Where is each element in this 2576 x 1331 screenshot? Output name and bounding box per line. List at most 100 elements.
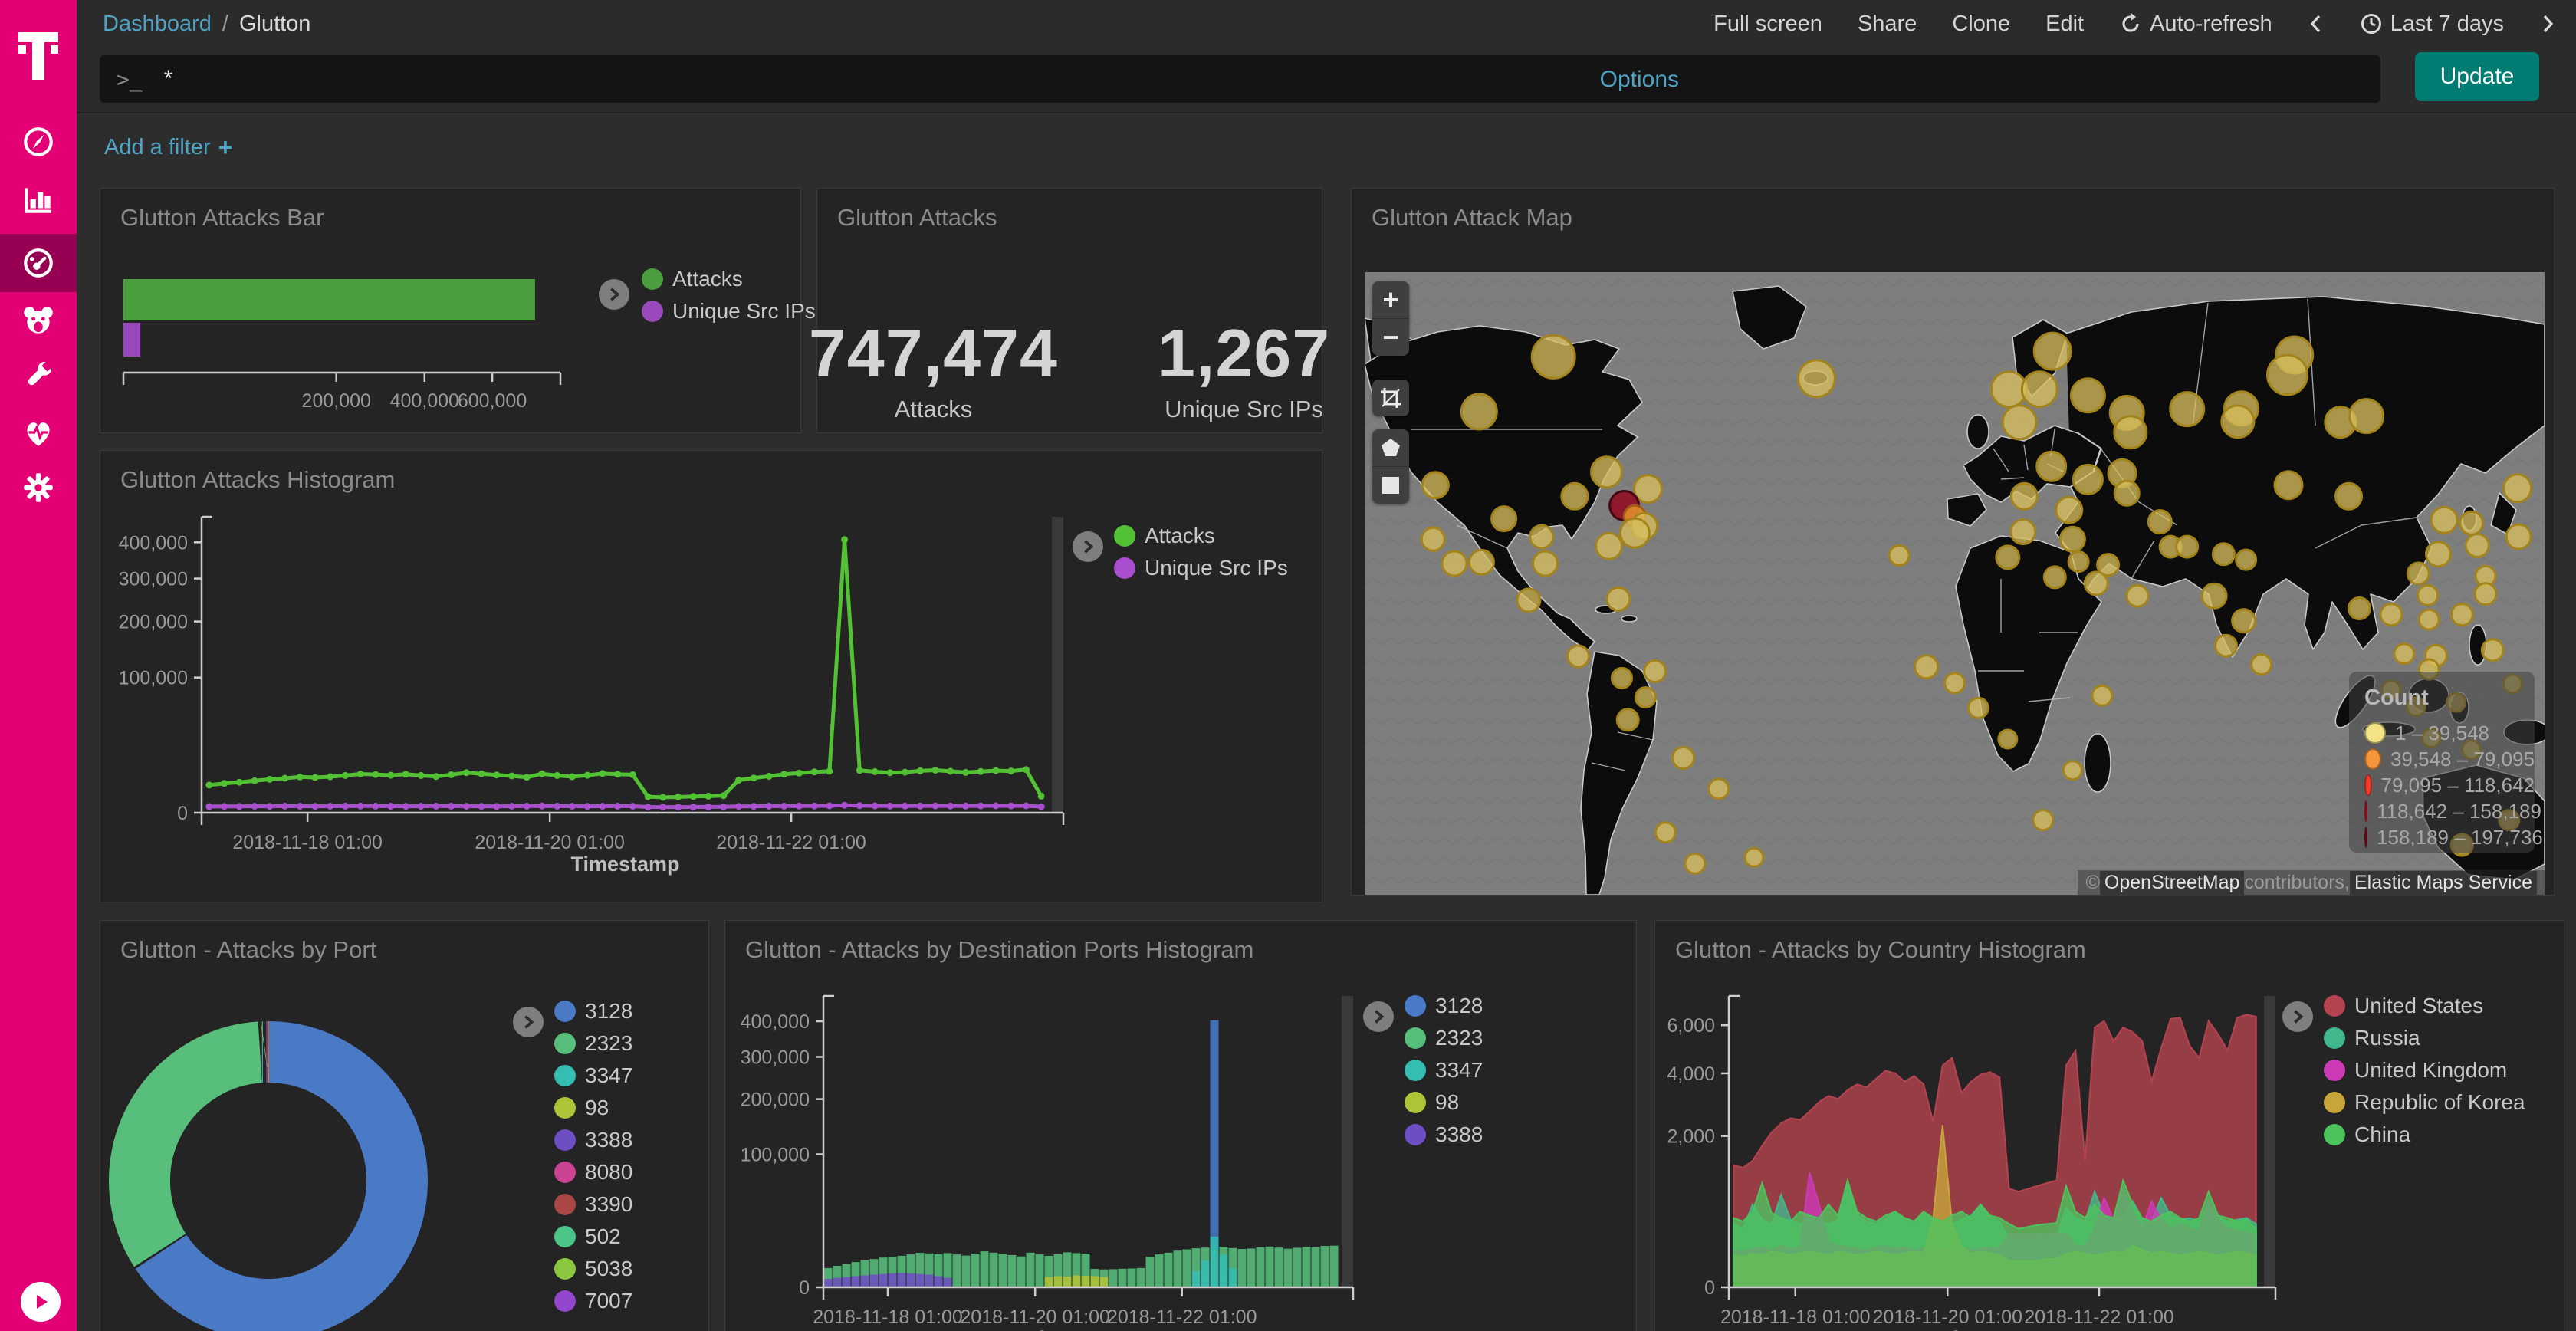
full-screen-button[interactable]: Full screen <box>1714 12 1822 37</box>
attack-bubble[interactable] <box>2044 567 2065 588</box>
attack-bubble[interactable] <box>1798 360 1835 397</box>
legend-item-2323[interactable]: 2323 <box>1405 1026 1483 1050</box>
attack-bubble[interactable] <box>2431 507 2457 533</box>
elastic-maps-link[interactable]: Elastic Maps Service <box>2350 871 2537 895</box>
attack-bubble[interactable] <box>1469 550 1493 574</box>
breadcrumb-dashboard[interactable]: Dashboard <box>103 12 212 37</box>
legend-item-russia[interactable]: Russia <box>2324 1026 2525 1050</box>
legend-item-attacks[interactable]: Attacks <box>642 267 816 291</box>
attack-bubble[interactable] <box>1442 551 1467 576</box>
attack-bubble[interactable] <box>1530 525 1553 548</box>
attack-bubble[interactable] <box>1607 587 1630 610</box>
attack-bubble[interactable] <box>1422 472 1448 498</box>
attack-bubble[interactable] <box>2170 393 2204 426</box>
attack-bubble[interactable] <box>2034 333 2071 370</box>
attack-bubble[interactable] <box>1655 823 1675 843</box>
attack-bubble[interactable] <box>1945 673 1965 693</box>
attack-bubble[interactable] <box>1709 779 1729 799</box>
edit-button[interactable]: Edit <box>2045 12 2084 37</box>
attacks-histogram-chart[interactable]: 0100,000200,000300,000400,0002018-11-18 … <box>100 451 1323 903</box>
attack-bubble[interactable] <box>2350 399 2384 433</box>
attack-bubble[interactable] <box>2407 563 2429 584</box>
attack-bubble[interactable] <box>2011 520 2036 544</box>
attack-bubble[interactable] <box>1533 551 1558 576</box>
polygon-draw-icon[interactable] <box>1372 429 1409 466</box>
attack-bubble[interactable] <box>1596 533 1622 559</box>
legend-item-2323[interactable]: 2323 <box>554 1031 632 1056</box>
add-filter-button[interactable]: Add a filter+ <box>104 133 232 162</box>
options-link[interactable]: Options <box>1600 48 1679 112</box>
legend-item-3347[interactable]: 3347 <box>1405 1058 1483 1083</box>
legend-item-3347[interactable]: 3347 <box>554 1063 632 1088</box>
legend-toggle-button[interactable] <box>513 1007 544 1037</box>
sidebar-collapse-button[interactable] <box>21 1282 61 1322</box>
attack-bubble[interactable] <box>1999 730 2017 748</box>
attack-bubble[interactable] <box>1889 546 1909 566</box>
attack-bubble[interactable] <box>2236 550 2256 570</box>
legend-item-3128[interactable]: 3128 <box>1405 994 1483 1018</box>
legend-item-republic-of-korea[interactable]: Republic of Korea <box>2324 1090 2525 1115</box>
world-map[interactable]: + − <box>1365 272 2545 895</box>
attack-bubble[interactable] <box>2504 475 2532 502</box>
legend-item-3388[interactable]: 3388 <box>554 1128 632 1152</box>
attack-bubble[interactable] <box>2394 644 2414 664</box>
attack-bubble[interactable] <box>2348 598 2370 619</box>
attack-bubble[interactable] <box>1517 589 1540 612</box>
attack-bubble[interactable] <box>2418 585 2438 605</box>
openstreetmap-link[interactable]: OpenStreetMap <box>2100 871 2245 895</box>
legend-toggle-button[interactable] <box>599 279 629 310</box>
time-range-picker[interactable]: Last 7 days <box>2360 12 2504 37</box>
time-forward-button[interactable] <box>2539 12 2556 35</box>
attack-bubble[interactable] <box>2202 583 2226 608</box>
attack-bubble[interactable] <box>2426 542 2451 567</box>
legend-item-attacks[interactable]: Attacks <box>1114 524 1288 548</box>
attack-bubble[interactable] <box>2068 552 2088 572</box>
legend-item-3128[interactable]: 3128 <box>554 999 632 1024</box>
dest-ports-chart[interactable]: 0100,000200,000300,000400,0002018-11-18 … <box>725 921 1638 1331</box>
attack-bubble[interactable] <box>1968 698 1988 718</box>
legend-item-unique-src-ips[interactable]: Unique Src IPs <box>642 299 816 324</box>
attack-bubble[interactable] <box>1592 457 1622 488</box>
legend-item-8080[interactable]: 8080 <box>554 1160 632 1185</box>
attack-bubble[interactable] <box>2177 536 2198 557</box>
attack-bubble[interactable] <box>1915 656 1938 679</box>
attack-bubble[interactable] <box>1620 518 1649 547</box>
legend-item-3388[interactable]: 3388 <box>1405 1122 1483 1147</box>
attack-bubble[interactable] <box>1421 527 1444 550</box>
sidebar-item-honeypot[interactable] <box>0 294 77 349</box>
attack-bubble[interactable] <box>2127 585 2148 606</box>
attack-bubble[interactable] <box>2268 355 2308 395</box>
attack-bubble[interactable] <box>2336 483 2362 509</box>
attack-bubble[interactable] <box>2022 372 2057 407</box>
attack-bubble[interactable] <box>1673 747 1694 768</box>
attack-bubble[interactable] <box>1461 394 1497 429</box>
attack-bubble[interactable] <box>2037 452 2066 481</box>
attack-bubble[interactable] <box>2060 527 2085 551</box>
attack-bubble[interactable] <box>1617 709 1638 731</box>
sidebar-item-dev-tools[interactable] <box>0 347 77 403</box>
attack-bubble[interactable] <box>2475 583 2496 605</box>
attack-bubble[interactable] <box>1612 668 1632 688</box>
attack-bubble[interactable] <box>1568 646 1589 667</box>
legend-toggle-button[interactable] <box>1363 1001 1394 1032</box>
attack-bubble[interactable] <box>2216 635 2237 656</box>
attack-bubble[interactable] <box>2085 572 2108 595</box>
attack-bubble[interactable] <box>2213 544 2234 565</box>
legend-item-3390[interactable]: 3390 <box>554 1192 632 1217</box>
legend-item-united-kingdom[interactable]: United Kingdom <box>2324 1058 2525 1083</box>
auto-refresh-button[interactable]: Auto-refresh <box>2119 12 2272 37</box>
attack-bubble[interactable] <box>2071 379 2104 412</box>
attack-bubble[interactable] <box>2114 416 2147 449</box>
attack-bubble[interactable] <box>1532 335 1575 378</box>
attack-bubble[interactable] <box>2451 604 2472 626</box>
attack-bubble[interactable] <box>1492 507 1516 531</box>
legend-toggle-button[interactable] <box>2282 1001 2313 1032</box>
legend-item-502[interactable]: 502 <box>554 1224 632 1249</box>
sidebar-item-discover[interactable] <box>0 114 77 169</box>
attack-bubble[interactable] <box>2073 465 2102 494</box>
legend-item-98[interactable]: 98 <box>1405 1090 1483 1115</box>
attack-bubble[interactable] <box>1685 853 1705 873</box>
attack-bubble[interactable] <box>2380 604 2402 626</box>
share-button[interactable]: Share <box>1858 12 1917 37</box>
legend-item-98[interactable]: 98 <box>554 1096 632 1120</box>
